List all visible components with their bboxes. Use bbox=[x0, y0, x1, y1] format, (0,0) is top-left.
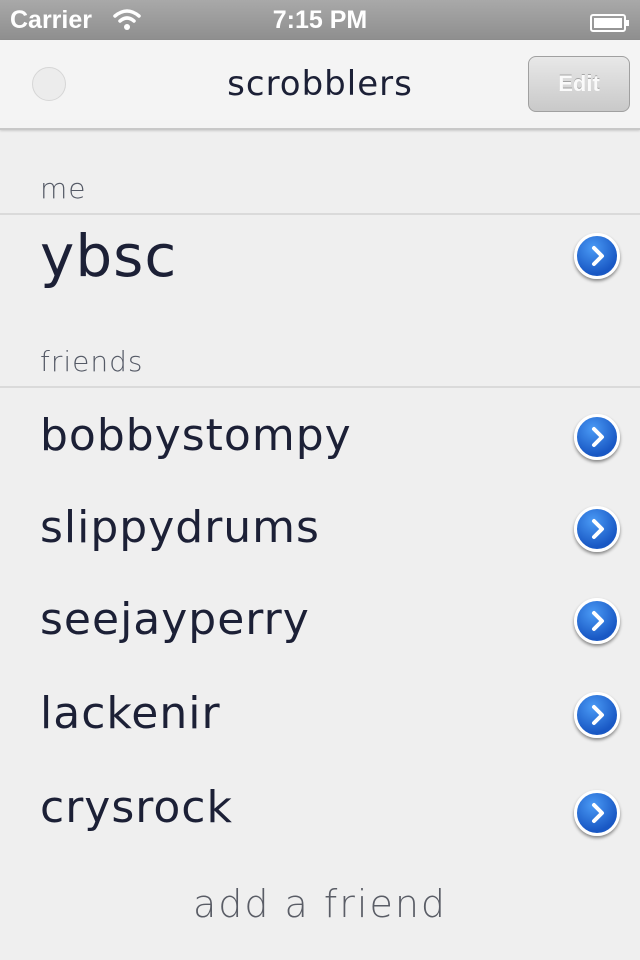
divider bbox=[0, 213, 640, 215]
disclosure-chevron-icon[interactable] bbox=[574, 233, 620, 279]
disclosure-chevron-icon[interactable] bbox=[574, 414, 620, 460]
list-item-me[interactable]: ybsc bbox=[0, 216, 640, 306]
disclosure-chevron-icon[interactable] bbox=[574, 790, 620, 836]
disclosure-chevron-icon[interactable] bbox=[574, 692, 620, 738]
divider bbox=[0, 386, 640, 388]
clock: 7:15 PM bbox=[272, 6, 368, 34]
list-item-friend[interactable]: crysrock bbox=[0, 764, 640, 854]
list-item-friend[interactable]: bobbystompy bbox=[0, 392, 640, 482]
disclosure-chevron-icon[interactable] bbox=[574, 598, 620, 644]
friend-name: bobbystompy bbox=[40, 410, 352, 461]
friend-name: lackenir bbox=[40, 688, 221, 739]
edit-button[interactable]: Edit bbox=[528, 56, 630, 112]
list-item-friend[interactable]: slippydrums bbox=[0, 484, 640, 574]
battery-icon bbox=[590, 10, 630, 32]
add-friend-button[interactable]: add a friend bbox=[0, 882, 640, 926]
username-label: ybsc bbox=[40, 222, 178, 290]
status-bar: Carrier 7:15 PM bbox=[0, 0, 640, 40]
section-header-friends: friends bbox=[40, 345, 144, 378]
section-header-me: me bbox=[40, 172, 87, 205]
list-item-friend[interactable]: seejayperry bbox=[0, 576, 640, 666]
list-item-friend[interactable]: lackenir bbox=[0, 670, 640, 760]
navigation-bar: scrobblers Edit bbox=[0, 40, 640, 130]
friend-name: slippydrums bbox=[40, 502, 320, 553]
disclosure-chevron-icon[interactable] bbox=[574, 506, 620, 552]
friend-name: crysrock bbox=[40, 782, 233, 833]
friend-name: seejayperry bbox=[40, 594, 310, 645]
